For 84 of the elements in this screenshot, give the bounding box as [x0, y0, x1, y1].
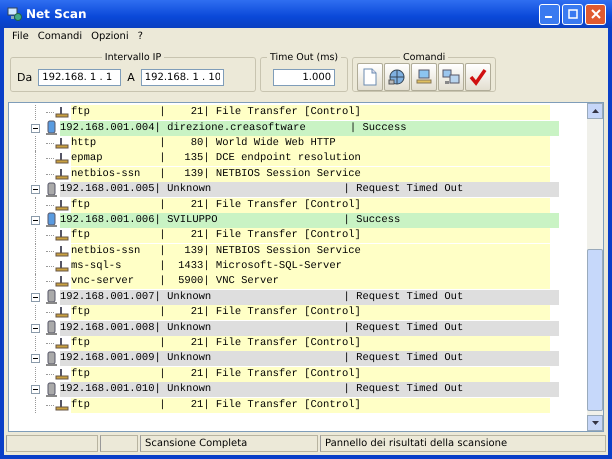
port-icon — [54, 198, 70, 212]
maximize-button[interactable] — [562, 4, 583, 24]
host-row[interactable]: 192.168.001.005| Unknown | Request Timed Out — [60, 182, 559, 198]
service-row[interactable]: ftp | 21| File Transfer [Control] — [71, 305, 550, 320]
group-title: Comandi — [402, 52, 446, 63]
computer-icon — [45, 382, 59, 398]
field-label: Da — [17, 70, 32, 84]
computer-icon — [45, 212, 59, 228]
status-panel — [100, 435, 138, 452]
port-icon — [54, 306, 70, 320]
ip-from-field[interactable]: 192.168. 1 . 1 — [38, 68, 122, 86]
service-row[interactable]: ftp | 21| File Transfer [Control] — [71, 228, 550, 244]
port-icon — [54, 244, 70, 258]
status-text: Pannello dei risultati della scansione — [320, 435, 606, 452]
menu-item[interactable]: Comandi — [38, 31, 82, 44]
field-label: A — [127, 70, 135, 84]
port-icon — [54, 106, 70, 120]
host-row[interactable]: 192.168.001.009| Unknown | Request Timed Out — [60, 351, 559, 366]
service-row[interactable]: ftp | 21| File Transfer [Control] — [71, 198, 550, 213]
group-title: Time Out (ms) — [269, 52, 340, 63]
service-row[interactable]: ftp | 21| File Transfer [Control] — [71, 336, 550, 352]
checkmark-icon — [469, 68, 488, 86]
minimize-icon — [545, 16, 552, 18]
menu-item[interactable]: File — [12, 31, 29, 44]
menu-item[interactable]: Opzioni — [91, 31, 129, 44]
timeout-field[interactable]: 1.000 — [273, 68, 336, 86]
computer-icon — [45, 289, 59, 306]
computer-icon — [45, 182, 59, 198]
computer-icon — [45, 320, 59, 336]
host-row[interactable]: 192.168.001.007| Unknown | Request Timed Out — [60, 290, 559, 305]
port-icon — [54, 168, 70, 181]
computer-icon — [415, 68, 434, 86]
port-icon — [54, 260, 70, 274]
vertical-scrollbar[interactable] — [587, 103, 603, 431]
computer-icon — [45, 120, 59, 136]
status-text: Scansione Completa — [140, 435, 318, 452]
collapse-icon[interactable] — [31, 124, 40, 133]
group-title: Intervallo IP — [104, 52, 162, 63]
maximize-icon — [568, 9, 578, 19]
collapse-icon[interactable] — [31, 216, 40, 225]
menu-item[interactable]: ? — [138, 31, 143, 44]
collapse-icon[interactable] — [31, 385, 40, 394]
computer-icon — [45, 350, 59, 367]
collapse-icon[interactable] — [31, 354, 40, 364]
up-arrow-icon — [592, 109, 598, 113]
host-row[interactable]: 192.168.001.010| Unknown | Request Timed Out — [60, 382, 559, 398]
collapse-icon[interactable] — [31, 324, 40, 333]
window-title: Net Scan — [26, 7, 88, 21]
check-button[interactable] — [465, 63, 492, 91]
host-row[interactable]: 192.168.001.006| SVILUPPO | Success — [60, 212, 559, 228]
service-row[interactable]: ms-sql-s | 1433| Microsoft-SQL-Server — [71, 259, 550, 274]
scroll-down-button[interactable] — [587, 415, 603, 431]
close-icon — [590, 9, 600, 19]
service-row[interactable]: epmap | 135| DCE endpoint resolution — [71, 151, 550, 166]
port-icon — [54, 229, 70, 242]
port-icon — [54, 136, 70, 150]
port-icon — [54, 337, 70, 350]
service-row[interactable]: ftp | 21| File Transfer [Control] — [71, 366, 550, 382]
host-row[interactable]: 192.168.001.008| Unknown | Request Timed Out — [60, 320, 559, 336]
port-icon — [54, 368, 70, 381]
port-icon — [54, 275, 70, 288]
service-row[interactable]: http | 80| World Wide Web HTTP — [71, 136, 550, 151]
computers-button[interactable] — [438, 63, 464, 91]
document-icon — [362, 68, 378, 86]
service-row[interactable]: netbios-ssn | 139| NETBIOS Session Service — [71, 244, 550, 259]
app-icon — [6, 6, 22, 22]
network-button[interactable] — [384, 63, 410, 91]
collapse-icon[interactable] — [31, 185, 40, 194]
service-row[interactable]: ftp | 21| File Transfer [Control] — [71, 398, 550, 413]
service-row[interactable]: vnc-server | 5900| VNC Server — [71, 274, 550, 290]
service-row[interactable]: ftp | 21| File Transfer [Control] — [71, 105, 550, 120]
computer-button[interactable] — [411, 63, 438, 91]
port-icon — [54, 152, 70, 166]
host-row[interactable]: 192.168.001.004| direzione.creasoftware | Success — [60, 120, 559, 136]
down-arrow-icon — [592, 421, 598, 425]
minimize-button[interactable] — [539, 4, 560, 24]
port-icon — [54, 398, 70, 412]
close-button[interactable] — [585, 4, 606, 24]
globe-icon — [388, 68, 406, 86]
scroll-thumb[interactable] — [587, 249, 603, 411]
computers-icon — [442, 68, 460, 86]
collapse-icon[interactable] — [31, 292, 40, 302]
service-row[interactable]: netbios-ssn | 139| NETBIOS Session Service — [71, 166, 550, 182]
scroll-up-button[interactable] — [587, 103, 603, 119]
